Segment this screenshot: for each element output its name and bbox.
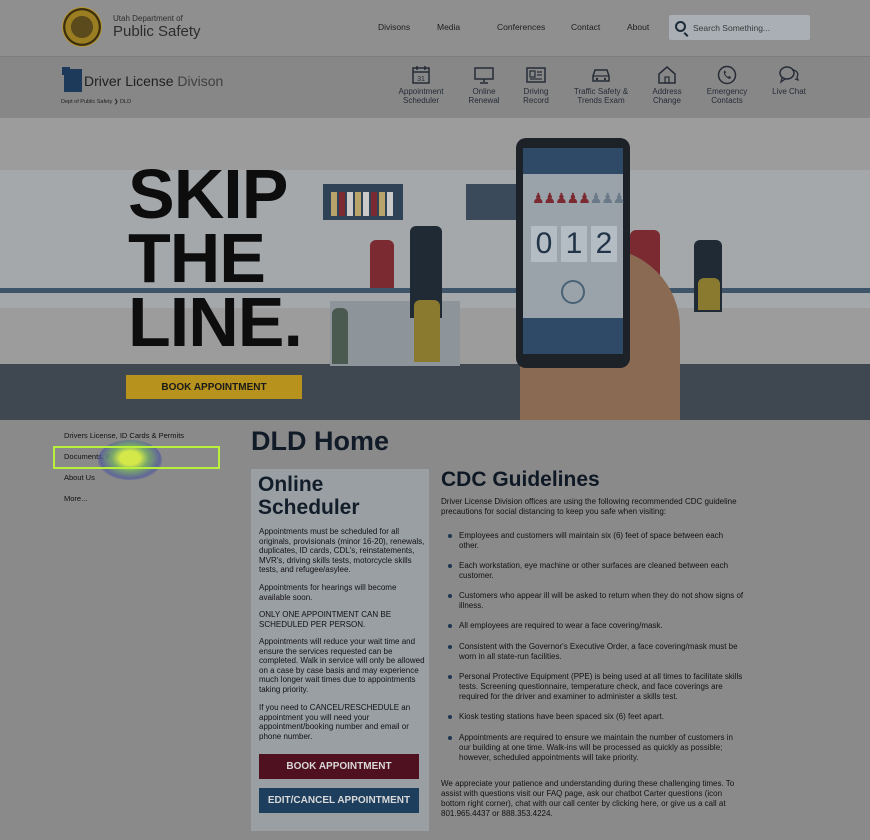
- sidebar-item-more[interactable]: More...: [64, 494, 87, 503]
- hero-headline: SKIP THE LINE.: [128, 155, 303, 361]
- scheduler-paragraph: Appointments will reduce your wait time …: [259, 637, 425, 694]
- search-box[interactable]: [669, 15, 810, 40]
- quicklink-address-change[interactable]: Address Change: [646, 65, 688, 105]
- quicklink-label: Driving Record: [523, 87, 549, 105]
- quicklink-online-renewal[interactable]: Online Renewal: [462, 65, 506, 105]
- chevron-down-icon: [561, 280, 585, 304]
- scheduler-paragraph: Appointments must be scheduled for all o…: [259, 527, 425, 574]
- customer-legs-illustration: [414, 300, 440, 362]
- search-input[interactable]: [693, 21, 805, 34]
- phone-bottom-bar: [523, 318, 623, 354]
- nav-divisions[interactable]: Divisons: [378, 22, 410, 32]
- cdc-list-item: Customers who appear ill will be asked t…: [448, 591, 744, 611]
- cdc-list-item: Appointments are required to ensure we m…: [448, 733, 744, 763]
- cdc-list-item: Kiosk testing stations have been spaced …: [448, 712, 744, 722]
- cdc-list-item: Consistent with the Governor's Executive…: [448, 642, 744, 662]
- scheduler-heading-line: Online: [258, 473, 324, 496]
- hero-book-appointment-button[interactable]: BOOK APPOINTMENT: [126, 375, 302, 399]
- id-card-icon: [526, 67, 546, 83]
- shelf-illustration: [323, 184, 403, 220]
- quicklink-label: Traffic Safety & Trends Exam: [573, 87, 629, 105]
- svg-text:31: 31: [417, 76, 425, 83]
- sidebar-item-drivers-license[interactable]: Drivers License, ID Cards & Permits: [64, 431, 184, 440]
- nav-contact[interactable]: Contact: [571, 22, 600, 32]
- scheduler-paragraph: ONLY ONE APPOINTMENT CAN BE SCHEDULED PE…: [259, 610, 392, 629]
- division-logo-icon[interactable]: [62, 67, 82, 92]
- phone-illustration: ♟♟♟♟♟♟♟♟ 0 1 2: [516, 138, 630, 368]
- nav-media[interactable]: Media: [437, 22, 460, 32]
- cdc-footer-text: We appreciate your patience and understa…: [441, 779, 735, 818]
- search-icon[interactable]: [675, 21, 686, 32]
- quicklink-live-chat[interactable]: Live Chat: [768, 65, 810, 96]
- scheduler-paragraph: If you need to CANCEL/RESCHEDULE an appo…: [259, 703, 411, 741]
- quicklink-driving-record[interactable]: Driving Record: [516, 65, 556, 105]
- car-icon: [592, 69, 610, 82]
- chat-icon: [779, 66, 800, 84]
- quicklink-appointment-scheduler[interactable]: 31 Appointment Scheduler: [394, 65, 448, 105]
- counter-digit: 2: [591, 226, 617, 262]
- agency-name-big: Public Safety: [113, 23, 201, 40]
- selection-highlight: [53, 446, 220, 469]
- quicklink-emergency-contacts[interactable]: Emergency Contacts: [703, 65, 751, 105]
- clerk-illustration: [370, 240, 394, 288]
- hero-headline-line: SKIP: [128, 155, 288, 233]
- phone-top-bar: [523, 148, 623, 174]
- hero-headline-line: THE: [128, 219, 266, 297]
- phone-icon: [717, 65, 737, 85]
- nav-about[interactable]: About: [627, 22, 649, 32]
- cdc-list-item: All employees are required to wear a fac…: [448, 621, 744, 631]
- quicklink-label: Emergency Contacts: [706, 87, 748, 105]
- nav-conferences[interactable]: Conferences: [497, 22, 545, 32]
- waiting-woman-skirt-illustration: [698, 278, 720, 310]
- phone-screen: ♟♟♟♟♟♟♟♟ 0 1 2: [523, 148, 625, 354]
- counter-digit: 0: [531, 226, 557, 262]
- division-title[interactable]: Driver License Divison: [84, 73, 223, 89]
- scheduler-heading-line: Scheduler: [258, 496, 360, 519]
- edit-cancel-appointment-button[interactable]: EDIT/CANCEL APPOINTMENT: [259, 788, 419, 813]
- breadcrumb: Dept of Public Safety ❯ DLD: [61, 99, 131, 105]
- counter-digit: 1: [561, 226, 587, 262]
- sidebar-item-about-us[interactable]: About Us: [64, 473, 95, 482]
- division-title-bold: Driver License: [84, 73, 174, 89]
- cdc-intro: Driver License Division offices are usin…: [441, 497, 737, 516]
- calendar-icon: 31: [412, 66, 430, 84]
- page-title: DLD Home: [251, 426, 390, 456]
- quicklink-label: Address Change: [652, 87, 682, 105]
- cdc-list-item: Employees and customers will maintain si…: [448, 531, 744, 551]
- queue-people-icons: ♟♟♟♟♟♟♟♟: [532, 190, 625, 206]
- quicklink-traffic-safety-exam[interactable]: Traffic Safety & Trends Exam: [568, 65, 634, 105]
- cdc-list-item: Personal Protective Equipment (PPE) is b…: [448, 672, 744, 702]
- shelf-illustration-2: [466, 184, 516, 220]
- book-appointment-button[interactable]: BOOK APPOINTMENT: [259, 754, 419, 779]
- plant-illustration: [332, 308, 348, 364]
- breadcrumb-dld[interactable]: DLD: [120, 99, 131, 105]
- hero-banner: SKIP THE LINE. ♟♟♟♟♟♟♟♟ 0 1 2 BOOK APPOI…: [0, 118, 870, 420]
- queue-counter: 0 1 2: [531, 226, 617, 262]
- hero-headline-line: LINE.: [128, 283, 303, 361]
- monitor-icon: [474, 67, 494, 84]
- cdc-list-item: Each workstation, eye machine or other s…: [448, 561, 744, 581]
- house-icon: [658, 66, 676, 84]
- agency-name[interactable]: Utah Department of Public Safety: [113, 14, 201, 40]
- cdc-guidelines-title: CDC Guidelines: [441, 468, 600, 491]
- breadcrumb-dps[interactable]: Dept of Public Safety: [61, 99, 112, 105]
- division-header: Driver License Divison Dept of Public Sa…: [0, 56, 870, 118]
- scheduler-paragraph: Appointments for hearings will become av…: [259, 583, 397, 602]
- quicklink-label: Online Renewal: [468, 87, 500, 105]
- dps-seal-logo[interactable]: [62, 7, 102, 47]
- quicklink-label: Live Chat: [772, 87, 806, 96]
- scheduler-heading: Online Scheduler: [258, 473, 360, 519]
- quicklink-label: Appointment Scheduler: [398, 87, 444, 105]
- agency-name-small: Utah Department of: [113, 14, 183, 23]
- top-header: Utah Department of Public Safety Divison…: [0, 0, 870, 56]
- division-title-light: Divison: [177, 73, 224, 89]
- online-scheduler-panel: Online Scheduler Appointments must be sc…: [251, 469, 429, 831]
